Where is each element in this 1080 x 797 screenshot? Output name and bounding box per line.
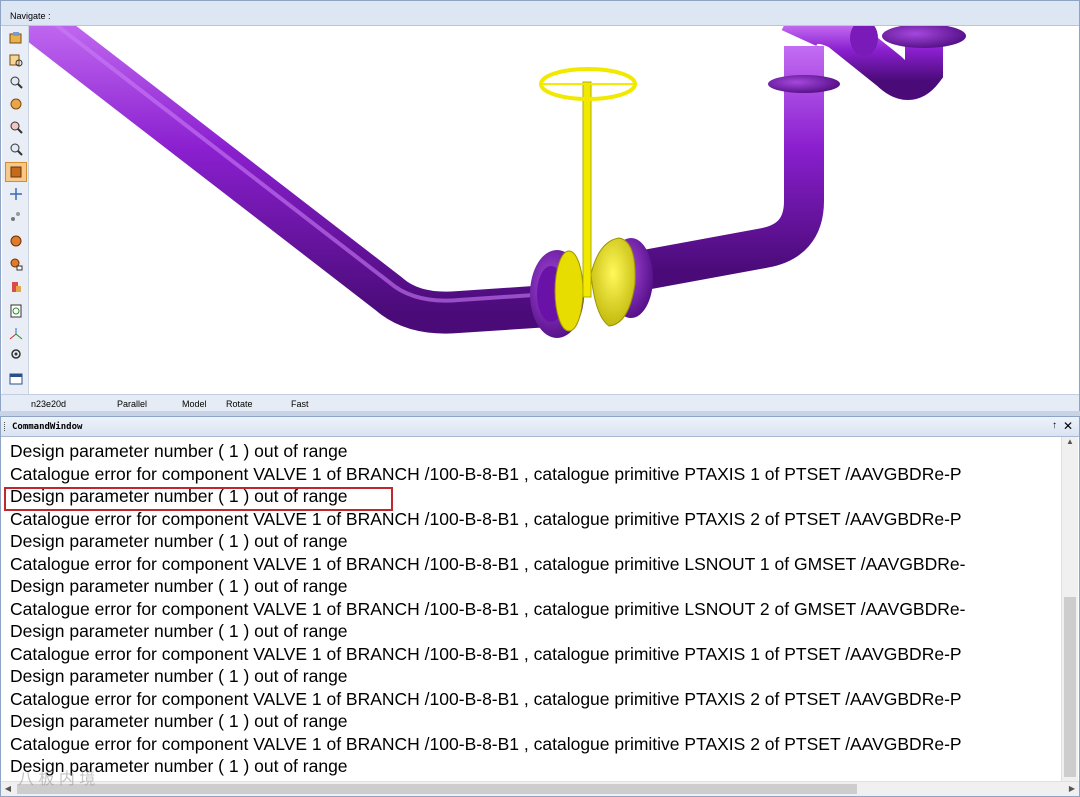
model-view-icon[interactable] bbox=[5, 231, 27, 251]
command-output-line: Catalogue error for component VALVE 1 of… bbox=[10, 553, 966, 574]
flange-vertical bbox=[768, 75, 840, 93]
settings-icon[interactable] bbox=[5, 344, 27, 364]
command-window-title-bar: CommandWindow ↑ ✕ bbox=[1, 417, 1079, 437]
watermark-text: 八 板 内 境 bbox=[18, 771, 96, 788]
navigate-toolbar bbox=[2, 26, 29, 394]
navigate-title-bar: Navigate : bbox=[1, 1, 1079, 26]
command-output-line: Catalogue error for component VALVE 1 of… bbox=[10, 598, 966, 619]
close-icon[interactable]: ✕ bbox=[1063, 419, 1073, 433]
command-output-line: Design parameter number ( 1 ) out of ran… bbox=[10, 441, 348, 461]
status-projection[interactable]: Parallel bbox=[117, 399, 147, 409]
horizontal-scrollbar[interactable]: ◀ ▶ bbox=[1, 781, 1079, 796]
clip-icon[interactable] bbox=[5, 254, 27, 274]
status-action[interactable]: Rotate bbox=[226, 399, 253, 409]
command-output-line: Catalogue error for component VALVE 1 of… bbox=[10, 508, 962, 529]
vertical-scroll-thumb[interactable] bbox=[1064, 597, 1076, 777]
fly-icon[interactable] bbox=[5, 207, 27, 227]
command-output-line: Catalogue error for component VALVE 1 of… bbox=[10, 643, 962, 664]
highlight-annotation-box bbox=[4, 487, 393, 511]
scroll-up-icon[interactable]: ▲ bbox=[1062, 437, 1078, 451]
axes-icon[interactable] bbox=[5, 324, 27, 344]
command-output-line: Catalogue error for component VALVE 1 of… bbox=[10, 463, 962, 484]
command-output-line: Design parameter number ( 1 ) out of ran… bbox=[10, 576, 348, 596]
limits-icon[interactable] bbox=[5, 277, 27, 297]
window-icon[interactable] bbox=[5, 369, 27, 389]
navigate-panel: Navigate : n23e20d Parallel Model Rotate… bbox=[0, 0, 1080, 413]
3d-viewport[interactable] bbox=[29, 26, 1078, 394]
command-window-title: CommandWindow bbox=[12, 422, 83, 432]
zoom-fit-icon[interactable] bbox=[5, 72, 27, 92]
command-output-line: Design parameter number ( 1 ) out of ran… bbox=[10, 531, 348, 551]
command-output-line: Design parameter number ( 1 ) out of ran… bbox=[10, 666, 348, 686]
valve-disc-left bbox=[554, 250, 584, 332]
navigate-title: Navigate : bbox=[10, 11, 51, 21]
refresh-icon[interactable] bbox=[5, 301, 27, 321]
command-output-line: Design parameter number ( 1 ) out of ran… bbox=[10, 711, 348, 731]
scroll-left-icon[interactable]: ◀ bbox=[1, 782, 15, 796]
status-direction: n23e20d bbox=[31, 399, 67, 409]
zoom-window-icon[interactable] bbox=[5, 50, 27, 70]
pan-icon[interactable] bbox=[5, 184, 27, 204]
horizontal-scroll-thumb[interactable] bbox=[17, 784, 857, 794]
command-output-line: Design parameter number ( 1 ) out of ran… bbox=[10, 621, 348, 641]
status-speed[interactable]: Fast bbox=[291, 399, 309, 409]
pipe-left bbox=[29, 26, 551, 334]
pin-icon[interactable]: ↑ bbox=[1052, 420, 1057, 431]
command-output-line: Catalogue error for component VALVE 1 of… bbox=[10, 733, 962, 754]
valve-stem[interactable] bbox=[582, 81, 592, 298]
vertical-scrollbar[interactable]: ▲ bbox=[1061, 437, 1078, 781]
view-cube-icon[interactable] bbox=[5, 94, 27, 114]
drag-grip-icon[interactable] bbox=[4, 422, 7, 431]
zoom-in-icon[interactable] bbox=[5, 139, 27, 159]
navigate-status-bar: n23e20d Parallel Model Rotate Fast bbox=[1, 394, 1079, 412]
scroll-right-icon[interactable]: ▶ bbox=[1065, 782, 1079, 796]
command-output-line: Catalogue error for component VALVE 1 of… bbox=[10, 688, 962, 709]
orbit-icon[interactable] bbox=[5, 162, 27, 182]
walk-icon[interactable] bbox=[5, 28, 27, 48]
status-mode[interactable]: Model bbox=[182, 399, 207, 409]
command-window: CommandWindow ↑ ✕ Design parameter numbe… bbox=[0, 416, 1080, 797]
zoom-icon[interactable] bbox=[5, 117, 27, 137]
